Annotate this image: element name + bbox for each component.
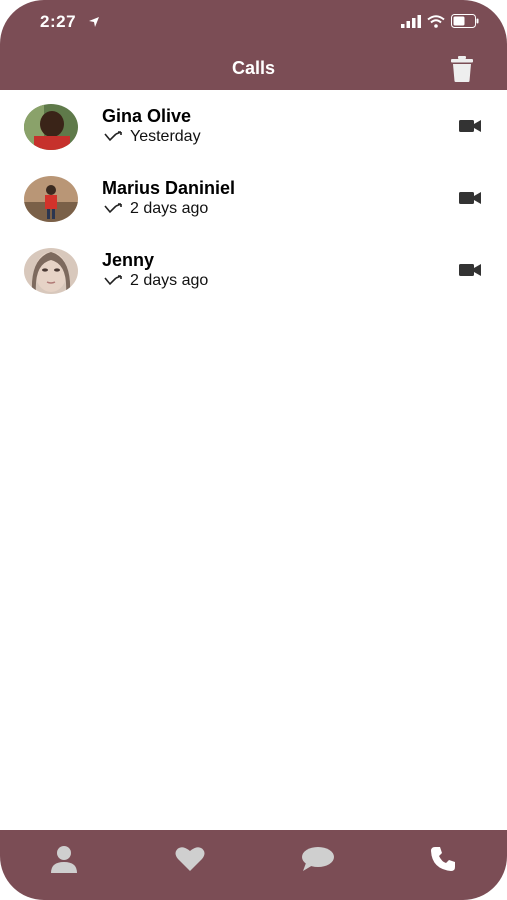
location-arrow-icon [89,17,99,27]
header-bar: 2:27 Calls [0,0,507,90]
tab-favorites[interactable] [172,844,208,874]
call-row[interactable]: Gina Olive Yesterday [0,90,507,162]
call-row[interactable]: Jenny 2 days ago [0,234,507,306]
outgoing-call-arrow-icon [104,203,122,214]
person-icon [51,846,77,873]
status-bar: 2:27 [0,10,507,36]
status-time: 2:27 [40,12,77,31]
heart-icon [175,847,205,871]
wifi-icon [427,14,445,28]
tab-chats[interactable] [300,844,336,874]
tab-bar [0,830,507,900]
battery-icon [451,14,479,28]
signal-icon [401,14,421,28]
video-call-icon[interactable] [459,191,481,205]
outgoing-call-arrow-icon [104,275,122,286]
video-call-icon[interactable] [459,263,481,277]
tab-contacts[interactable] [46,844,82,874]
call-detail: 2 days ago [104,272,208,290]
chat-bubble-icon [302,847,334,871]
contact-name: Gina Olive [102,106,192,126]
tab-calls[interactable] [425,844,461,874]
phone-icon [431,847,455,871]
call-time: Yesterday [130,128,201,145]
avatar [24,248,78,294]
call-detail: 2 days ago [104,200,208,218]
video-call-icon[interactable] [459,119,481,133]
contact-name: Marius Daniniel [102,178,236,198]
call-time: 2 days ago [130,272,209,289]
page-title: Calls [231,58,276,78]
phone-screen: 2:27 Calls Gina Olive Yesterday Marius D… [0,0,507,900]
call-time: 2 days ago [130,200,209,217]
status-indicators [401,14,479,28]
avatar [24,104,78,150]
avatar [24,176,78,222]
call-list: Gina Olive Yesterday Marius Daniniel 2 d… [0,90,507,306]
outgoing-call-arrow-icon [104,131,122,142]
call-detail: Yesterday [104,128,201,146]
trash-icon[interactable] [451,56,473,82]
call-row[interactable]: Marius Daniniel 2 days ago [0,162,507,234]
contact-name: Jenny [102,250,155,270]
